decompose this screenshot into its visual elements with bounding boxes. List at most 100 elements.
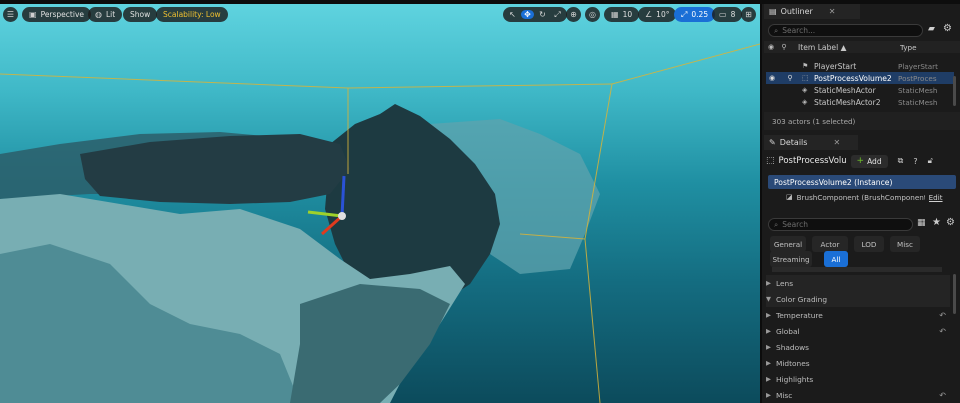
grid-snap-value: 10 <box>622 10 633 19</box>
filter-all[interactable]: All <box>824 251 848 267</box>
settings-gear-icon[interactable]: ⚙ <box>943 23 952 34</box>
outliner-row-selected[interactable]: ◉ ⚲ ⬚ PostProcessVolume2 PostProces <box>766 72 954 84</box>
maximize-viewport-button[interactable]: ⊞ <box>741 7 756 22</box>
translate-mode-icon[interactable]: ✥ <box>521 10 534 19</box>
selected-object-name: PostProcessVolu <box>778 156 847 166</box>
section-color-grading[interactable]: ▼ Color Grading <box>766 291 950 307</box>
section-lens[interactable]: ▶ Lens <box>766 275 950 291</box>
details-pencil-icon: ✎ <box>769 138 776 147</box>
outliner-row[interactable]: ◈ StaticMeshActor2 StaticMesh <box>766 96 954 108</box>
group-global[interactable]: ▶ Global ↶ <box>766 323 950 339</box>
hamburger-icon: ☰ <box>6 10 15 19</box>
grid-snap-button[interactable]: ▦ 10 <box>604 7 640 22</box>
side-panel: ▤ Outliner ✕ ⌕ Search... ▰ ⚙ ◉ ⚲ Item La… <box>760 4 960 403</box>
group-label: Shadows <box>776 342 810 352</box>
view-mode-button[interactable]: ▣ Perspective <box>22 7 91 22</box>
post-process-volume-icon: ⬚ <box>802 74 809 82</box>
add-button-label: Add <box>867 156 882 166</box>
outliner-row-label: StaticMeshActor <box>814 85 876 95</box>
close-icon[interactable]: ✕ <box>833 138 840 147</box>
filter-general[interactable]: General <box>770 236 806 252</box>
type-column-header[interactable]: Type <box>900 43 917 52</box>
reset-arrow-icon[interactable]: ↶ <box>939 311 946 320</box>
details-scrollbar[interactable] <box>953 274 956 314</box>
tab-outliner[interactable]: ▤ Outliner ✕ <box>764 4 860 19</box>
favorites-star-icon[interactable]: ★ <box>932 217 941 228</box>
instance-row[interactable]: PostProcessVolume2 (Instance) <box>768 175 956 189</box>
outliner-row[interactable]: ◈ StaticMeshActor StaticMesh <box>766 84 954 96</box>
outliner-search-input[interactable]: ⌕ Search... <box>768 24 923 37</box>
settings-gear-icon[interactable]: ⚙ <box>946 217 955 228</box>
rotation-snap-button[interactable]: ∠ 10° <box>638 7 677 22</box>
surface-snap-button[interactable]: ◎ <box>585 7 600 22</box>
item-label-column-header[interactable]: Item Label ▲ <box>790 43 900 52</box>
expand-arrow-icon: ▶ <box>766 311 771 319</box>
camera-speed-value: 8 <box>730 10 736 19</box>
details-tab-label: Details <box>779 138 808 147</box>
outliner-row-type: StaticMesh <box>898 85 938 95</box>
show-flags-button[interactable]: Show <box>123 7 158 22</box>
group-label: Global <box>776 326 800 336</box>
plus-icon: + <box>856 156 865 166</box>
rotation-snap-value: 10° <box>656 10 670 19</box>
component-row[interactable]: ◪ BrushComponent (BrushComponent0) Edit <box>768 190 956 204</box>
world-local-button[interactable]: ⊕ <box>566 7 581 22</box>
player-start-icon: ⚑ <box>802 62 809 70</box>
group-temperature[interactable]: ▶ Temperature ↶ <box>766 307 950 323</box>
clipped-property-row <box>772 267 942 272</box>
viewport-menu-button[interactable]: ☰ <box>3 7 18 22</box>
expand-arrow-icon: ▶ <box>766 279 771 287</box>
details-search-input[interactable]: ⌕ Search <box>768 218 913 231</box>
group-label: Misc <box>776 390 793 400</box>
volume-icon: ⬚ <box>766 156 775 166</box>
scalability-button[interactable]: Scalability: Low <box>156 7 228 22</box>
scale-mode-icon[interactable]: ⤢ <box>551 10 564 20</box>
reset-arrow-icon[interactable]: ↶ <box>939 391 946 400</box>
surface-snap-icon: ◎ <box>589 10 596 19</box>
outliner-row[interactable]: ⚑ PlayerStart PlayerStart <box>766 60 954 72</box>
lower-rock <box>290 284 450 403</box>
instance-label: PostProcessVolume2 (Instance) <box>774 177 893 187</box>
angle-icon: ∠ <box>645 10 653 19</box>
outliner-row-label: StaticMeshActor2 <box>814 97 881 107</box>
eye-icon[interactable]: ◉ <box>766 74 778 82</box>
grid-icon: ▦ <box>611 10 619 19</box>
group-highlights[interactable]: ▶ Highlights <box>766 371 950 387</box>
search-icon: ⌕ <box>774 219 779 229</box>
view-mode-label: Perspective <box>40 10 84 19</box>
pin-column-icon: ⚲ <box>781 43 787 51</box>
camera-speed-button[interactable]: ▭ 8 <box>712 7 743 22</box>
table-view-icon[interactable]: ▦ <box>917 218 926 228</box>
tab-details[interactable]: ✎ Details ✕ <box>764 135 858 150</box>
reset-arrow-icon[interactable]: ↶ <box>939 327 946 336</box>
group-misc[interactable]: ▶ Misc ↶ <box>766 387 950 403</box>
group-shadows[interactable]: ▶ Shadows <box>766 339 950 355</box>
outliner-row-label: PlayerStart <box>814 61 857 71</box>
edit-component-link[interactable]: Edit <box>929 193 943 202</box>
blueprint-icon[interactable]: ⧉ <box>898 156 904 166</box>
lit-sphere-icon: ◍ <box>95 10 102 19</box>
outliner-header: ◉ ⚲ Item Label ▲ Type <box>764 41 960 53</box>
filter-misc[interactable]: Misc <box>890 236 920 252</box>
outliner-scrollbar[interactable] <box>953 76 956 106</box>
add-component-button[interactable]: + Add <box>850 154 888 168</box>
filter-lod[interactable]: LOD <box>854 236 884 252</box>
pin-icon[interactable]: ⚲ <box>778 74 802 82</box>
scale-snap-button[interactable]: ⤢ 0.25 <box>674 7 716 22</box>
component-label: BrushComponent (BrushComponent0) <box>796 192 925 202</box>
filter-actor[interactable]: Actor <box>812 236 848 252</box>
group-midtones[interactable]: ▶ Midtones <box>766 355 950 371</box>
level-viewport[interactable]: ☰ ▣ Perspective ◍ Lit Show Scalability: Lo… <box>0 4 760 403</box>
lock-icon[interactable]: 🔓︎ <box>928 156 933 166</box>
details-search-placeholder: Search <box>782 220 808 229</box>
outliner-tab-label: Outliner <box>780 7 813 16</box>
filter-streaming[interactable]: Streaming <box>770 251 812 267</box>
close-icon[interactable]: ✕ <box>829 7 836 16</box>
select-mode-icon[interactable]: ↖ <box>506 10 519 19</box>
collapse-arrow-icon: ▼ <box>766 295 771 303</box>
add-folder-icon[interactable]: ▰ <box>928 24 935 34</box>
rotate-mode-icon[interactable]: ↻ <box>536 10 549 19</box>
help-icon[interactable]: ? <box>913 157 917 166</box>
lighting-mode-button[interactable]: ◍ Lit <box>88 7 123 22</box>
camera-icon: ▭ <box>719 10 727 19</box>
